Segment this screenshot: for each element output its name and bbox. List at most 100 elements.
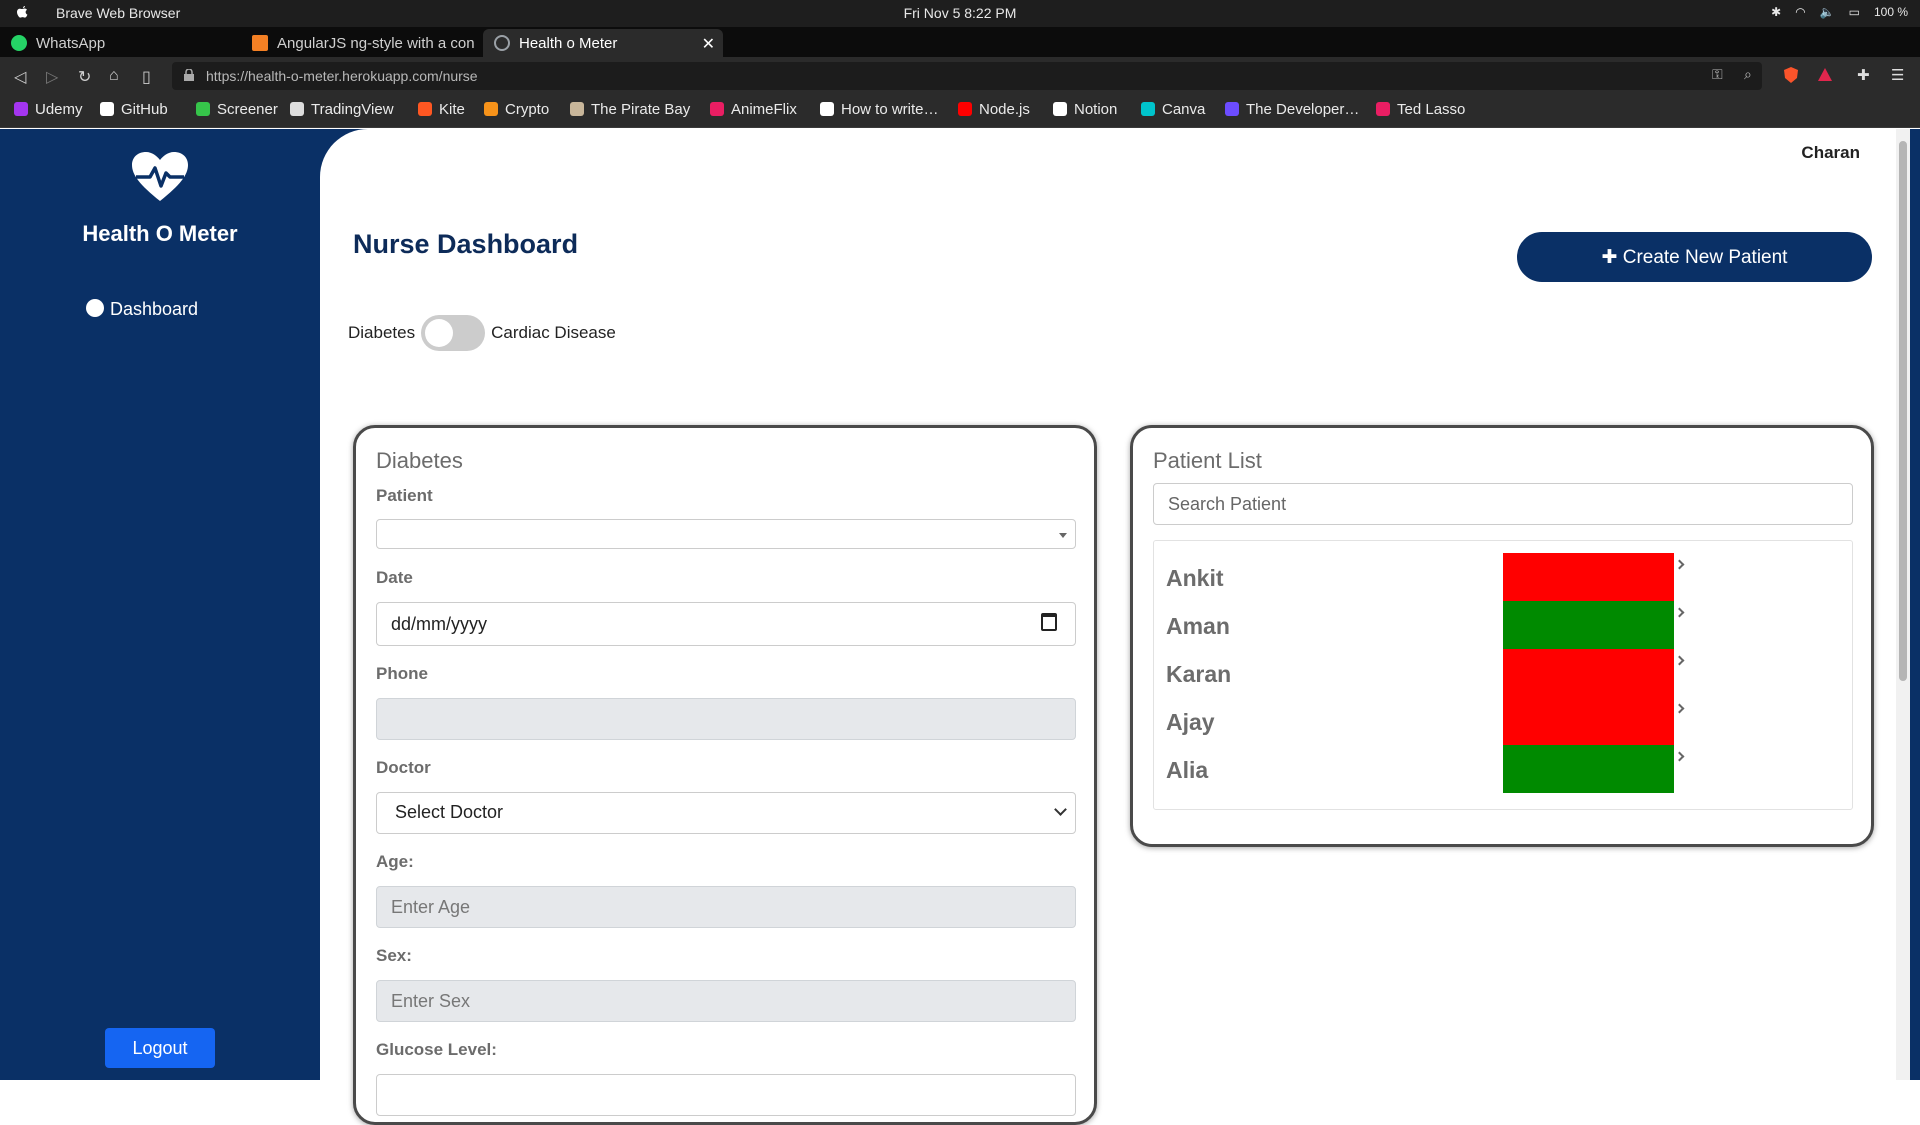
tab-label: Health o Meter (519, 35, 618, 52)
patient-status-indicator (1503, 697, 1674, 745)
sex-field[interactable]: Enter Sex (376, 980, 1076, 1022)
diabetes-form-card: Diabetes Patient Date dd/mm/yyyy Phone D… (353, 425, 1097, 1125)
extensions-icon[interactable]: ✚ (1857, 66, 1875, 84)
page-scrollbar[interactable] (1896, 129, 1910, 1080)
calendar-icon[interactable] (1041, 613, 1057, 631)
plus-icon: ✚ (1601, 246, 1623, 268)
bookmark-github[interactable]: GitHub (100, 101, 168, 118)
search-patient-input[interactable]: Search Patient (1153, 483, 1853, 525)
logout-button[interactable]: Logout (105, 1028, 215, 1068)
globe-icon (494, 35, 510, 51)
address-bar[interactable]: https://health-o-meter.herokuapp.com/nur… (172, 62, 1762, 90)
bookmark-label: Ted Lasso (1397, 101, 1466, 118)
tab-strip: WhatsApp AngularJS ng-style with a con H… (0, 27, 1920, 79)
patient-label: Patient (376, 486, 433, 505)
search-placeholder: Search Patient (1168, 494, 1287, 514)
patient-row[interactable]: Aman (1154, 601, 1854, 649)
volume-icon[interactable]: 🔈 (1820, 5, 1835, 19)
menu-icon[interactable]: ☰ (1891, 66, 1909, 84)
patient-status-indicator (1503, 553, 1674, 601)
bookmarks-bar: Udemy GitHub Screener TradingView Kite Crypto… (0, 95, 1920, 128)
date-input[interactable]: dd/mm/yyyy (376, 602, 1076, 646)
age-placeholder: Enter Age (391, 897, 471, 917)
bookmark-canva[interactable]: Canva (1141, 101, 1205, 118)
chevron-right-icon[interactable] (1674, 655, 1685, 666)
bookmark-label: Screener (217, 101, 278, 118)
forward-icon[interactable]: ▷ (46, 67, 58, 87)
sex-label: Sex: (376, 946, 412, 965)
scrollbar-thumb[interactable] (1899, 141, 1907, 681)
patient-status-indicator (1503, 601, 1674, 649)
disease-toggle-row: Diabetes Cardiac Disease (348, 315, 616, 351)
bookmark-label: The Developer… (1246, 101, 1360, 118)
tab-angularjs[interactable]: AngularJS ng-style with a con (241, 29, 481, 57)
tab-label: WhatsApp (36, 35, 106, 52)
bookmark-node-js[interactable]: Node.js (958, 101, 1030, 118)
doctor-select-value: Select Doctor (395, 802, 504, 822)
bookmark-favicon-icon (958, 102, 972, 116)
bookmark-tradingview[interactable]: TradingView (290, 101, 394, 118)
age-field[interactable]: Enter Age (376, 886, 1076, 928)
bookmark-favicon-icon (1141, 102, 1155, 116)
home-icon[interactable]: ⌂ (109, 67, 119, 85)
create-new-patient-button[interactable]: ✚ Create New Patient (1517, 232, 1872, 282)
bookmark-favicon-icon (100, 102, 114, 116)
sidebar: Health O Meter Dashboard Logout (0, 129, 320, 1080)
bookmark-kite[interactable]: Kite (418, 101, 465, 118)
patient-row[interactable]: Alia (1154, 745, 1854, 793)
bookmark-notion[interactable]: Notion (1053, 101, 1117, 118)
bookmark-crypto[interactable]: Crypto (484, 101, 549, 118)
tab-label: AngularJS ng-style with a con (277, 35, 475, 52)
clock[interactable]: Fri Nov 5 8:22 PM (0, 5, 1920, 21)
age-label: Age: (376, 852, 414, 871)
brave-rewards-icon[interactable] (1816, 66, 1834, 84)
bookmark-favicon-icon (196, 102, 210, 116)
bookmark-screener[interactable]: Screener (196, 101, 278, 118)
bookmark-how-to-write[interactable]: How to write… (820, 101, 939, 118)
patient-row[interactable]: Ankit (1154, 553, 1854, 601)
chevron-right-icon[interactable] (1674, 559, 1685, 570)
bookmark-the-developer[interactable]: The Developer… (1225, 101, 1359, 118)
patient-select[interactable] (376, 519, 1076, 549)
reload-icon[interactable]: ↻ (78, 67, 91, 87)
bookmark-label: The Pirate Bay (591, 101, 691, 118)
page-title: Nurse Dashboard (353, 229, 579, 259)
battery-icon[interactable]: ▭ (1849, 5, 1860, 19)
tab-whatsapp[interactable]: WhatsApp (0, 29, 240, 57)
bookmark-icon[interactable]: ▯ (142, 67, 151, 87)
phone-field[interactable] (376, 698, 1076, 740)
main-content: Charan Nurse Dashboard ✚ Create New Pati… (320, 129, 1910, 1125)
bookmark-ted-lasso[interactable]: Ted Lasso (1376, 101, 1465, 118)
close-tab-icon[interactable]: ✕ (702, 34, 715, 54)
bluetooth-icon[interactable]: ✱ (1771, 5, 1781, 19)
tab-health-o-meter[interactable]: Health o Meter ✕ (483, 29, 723, 57)
disease-toggle-switch[interactable] (421, 315, 486, 351)
user-name[interactable]: Charan (1801, 143, 1860, 163)
chevron-right-icon[interactable] (1674, 703, 1685, 714)
bookmark-the-pirate-bay[interactable]: The Pirate Bay (570, 101, 690, 118)
bookmark-label: Node.js (979, 101, 1030, 118)
doctor-select[interactable]: Select Doctor (376, 792, 1076, 834)
bookmark-animeflix[interactable]: AnimeFlix (710, 101, 797, 118)
back-icon[interactable]: ◁ (14, 67, 26, 87)
sidebar-item-dashboard[interactable]: Dashboard (86, 299, 198, 320)
battery-percent: 100 % (1873, 5, 1908, 19)
chevron-right-icon[interactable] (1674, 607, 1685, 618)
bookmark-favicon-icon (1376, 102, 1390, 116)
patient-row[interactable]: Karan (1154, 649, 1854, 697)
bookmark-udemy[interactable]: Udemy (14, 101, 83, 118)
wifi-icon[interactable]: ◠ (1795, 5, 1805, 19)
brand-name: Health O Meter (82, 221, 238, 246)
zoom-icon[interactable]: ⌕ (1744, 66, 1762, 84)
chevron-right-icon[interactable] (1674, 751, 1685, 762)
url-text: https://health-o-meter.herokuapp.com/nur… (206, 68, 478, 84)
brave-shield-icon[interactable] (1782, 66, 1800, 84)
patient-name: Ankit (1166, 565, 1224, 591)
bookmark-favicon-icon (14, 102, 28, 116)
toggle-left-label: Diabetes (348, 323, 416, 342)
patient-row[interactable]: Ajay (1154, 697, 1854, 745)
glucose-field[interactable] (376, 1074, 1076, 1116)
patient-status-indicator (1503, 745, 1674, 793)
bookmark-favicon-icon (418, 102, 432, 116)
key-icon[interactable]: ⚿ (1712, 66, 1730, 84)
